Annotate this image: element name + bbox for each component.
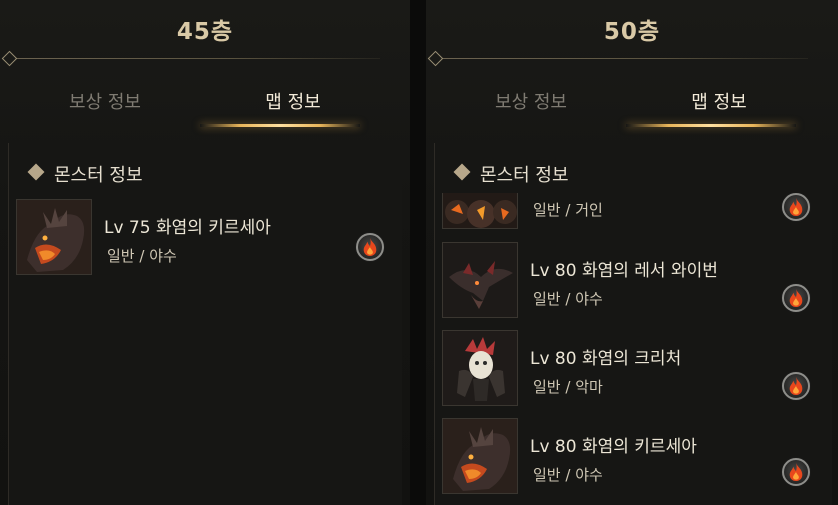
- floor-title: 50층: [603, 19, 661, 45]
- divider: [10, 58, 380, 59]
- diamond-ornament-icon: [427, 50, 444, 67]
- monster-row[interactable]: 일반 / 거인: [442, 193, 824, 229]
- diamond-ornament-icon: [1, 50, 18, 67]
- divider: [436, 58, 808, 59]
- floor-title: 45층: [176, 19, 234, 45]
- monster-type: 일반 / 악마: [533, 378, 603, 396]
- section-diamond-icon: [453, 163, 471, 181]
- monster-type: 일반 / 야수: [107, 247, 177, 265]
- section-title: 몬스터 정보: [480, 165, 569, 186]
- fire-icon[interactable]: [356, 233, 384, 261]
- monster-name: Lv 80 화염의 레서 와이번: [530, 261, 718, 281]
- monster-portrait: [16, 199, 92, 275]
- tab-map-info[interactable]: 맵 정보: [644, 88, 794, 114]
- monster-name: Lv 80 화염의 크리처: [530, 349, 682, 369]
- floor-panel-45: 45층 보상 정보 맵 정보 몬스터 정보 Lv 75 화염의 키르세아 일반 …: [0, 0, 410, 505]
- monster-list[interactable]: Lv 75 화염의 키르세아 일반 / 야수: [8, 193, 402, 505]
- tab-reward-info[interactable]: 보상 정보: [456, 88, 606, 114]
- monster-portrait: [442, 330, 518, 406]
- monster-row[interactable]: Lv 80 화염의 크리처 일반 / 악마: [442, 330, 824, 406]
- monster-list[interactable]: 일반 / 거인 Lv 80 화염의 레서 와이번 일반 / 야수 Lv 80 화…: [434, 193, 832, 505]
- monster-name: Lv 80 화염의 키르세아: [530, 437, 697, 457]
- fire-icon[interactable]: [782, 284, 810, 312]
- fire-icon[interactable]: [782, 193, 810, 221]
- fire-icon[interactable]: [782, 458, 810, 486]
- monster-type: 일반 / 거인: [533, 201, 603, 219]
- monster-portrait: [442, 193, 518, 229]
- map-info-content: 몬스터 정보 Lv 75 화염의 키르세아 일반 / 야수: [8, 143, 402, 505]
- tab-map-info[interactable]: 맵 정보: [218, 88, 368, 114]
- map-info-content: 몬스터 정보 일반 / 거인 Lv 80 화염의 레서 와이번 일반 / 야수 …: [434, 143, 832, 505]
- monster-portrait: [442, 418, 518, 494]
- monster-type: 일반 / 야수: [533, 290, 603, 308]
- monster-row[interactable]: Lv 80 화염의 레서 와이번 일반 / 야수: [442, 242, 824, 318]
- tab-bar: 보상 정보 맵 정보: [426, 88, 838, 132]
- active-tab-indicator: [626, 124, 796, 127]
- frame-border: [434, 143, 435, 505]
- section-diamond-icon: [27, 163, 45, 181]
- monster-portrait: [442, 242, 518, 318]
- frame-border: [8, 143, 9, 505]
- monster-row[interactable]: Lv 80 화염의 키르세아 일반 / 야수: [442, 418, 824, 494]
- fire-icon[interactable]: [782, 372, 810, 400]
- monster-type: 일반 / 야수: [533, 466, 603, 484]
- tab-bar: 보상 정보 맵 정보: [0, 88, 410, 132]
- monster-row[interactable]: Lv 75 화염의 키르세아 일반 / 야수: [16, 199, 394, 275]
- tab-reward-info[interactable]: 보상 정보: [30, 88, 180, 114]
- section-title: 몬스터 정보: [54, 165, 143, 186]
- floor-panel-50: 50층 보상 정보 맵 정보 몬스터 정보 일반 / 거인 Lv 80 화염의 …: [426, 0, 838, 505]
- active-tab-indicator: [200, 124, 360, 127]
- monster-name: Lv 75 화염의 키르세아: [104, 218, 271, 238]
